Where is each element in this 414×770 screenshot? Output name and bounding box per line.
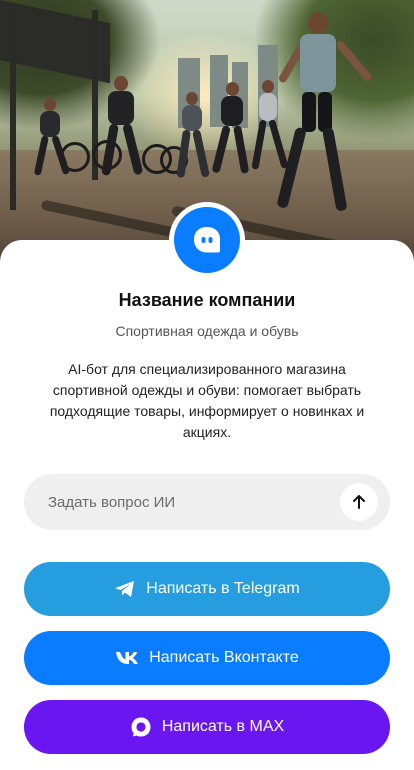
ask-ai-input[interactable] [24,474,340,530]
chat-bot-icon [174,207,240,273]
ask-ai-field[interactable] [24,474,390,530]
page: Название компании Спортивная одежда и об… [0,0,414,770]
arrow-up-icon [353,495,365,509]
max-icon [130,716,152,738]
max-button[interactable]: Написать в MAX [24,700,390,754]
vk-button[interactable]: Написать Вконтакте [24,631,390,685]
company-description: AI-бот для специализированного магазина … [49,361,365,440]
max-button-label: Написать в MAX [161,718,285,735]
company-subtitle: Спортивная одежда и обувь [115,323,299,339]
vk-button-label: Написать Вконтакте [149,649,299,666]
pole [10,10,16,210]
company-logo [169,202,245,278]
telegram-icon [114,580,136,598]
company-name: Название компании [118,290,296,310]
telegram-button-label: Написать в Telegram [146,580,300,597]
telegram-button[interactable]: Написать в Telegram [24,562,390,616]
send-button[interactable] [340,483,378,521]
vk-icon [115,651,139,665]
